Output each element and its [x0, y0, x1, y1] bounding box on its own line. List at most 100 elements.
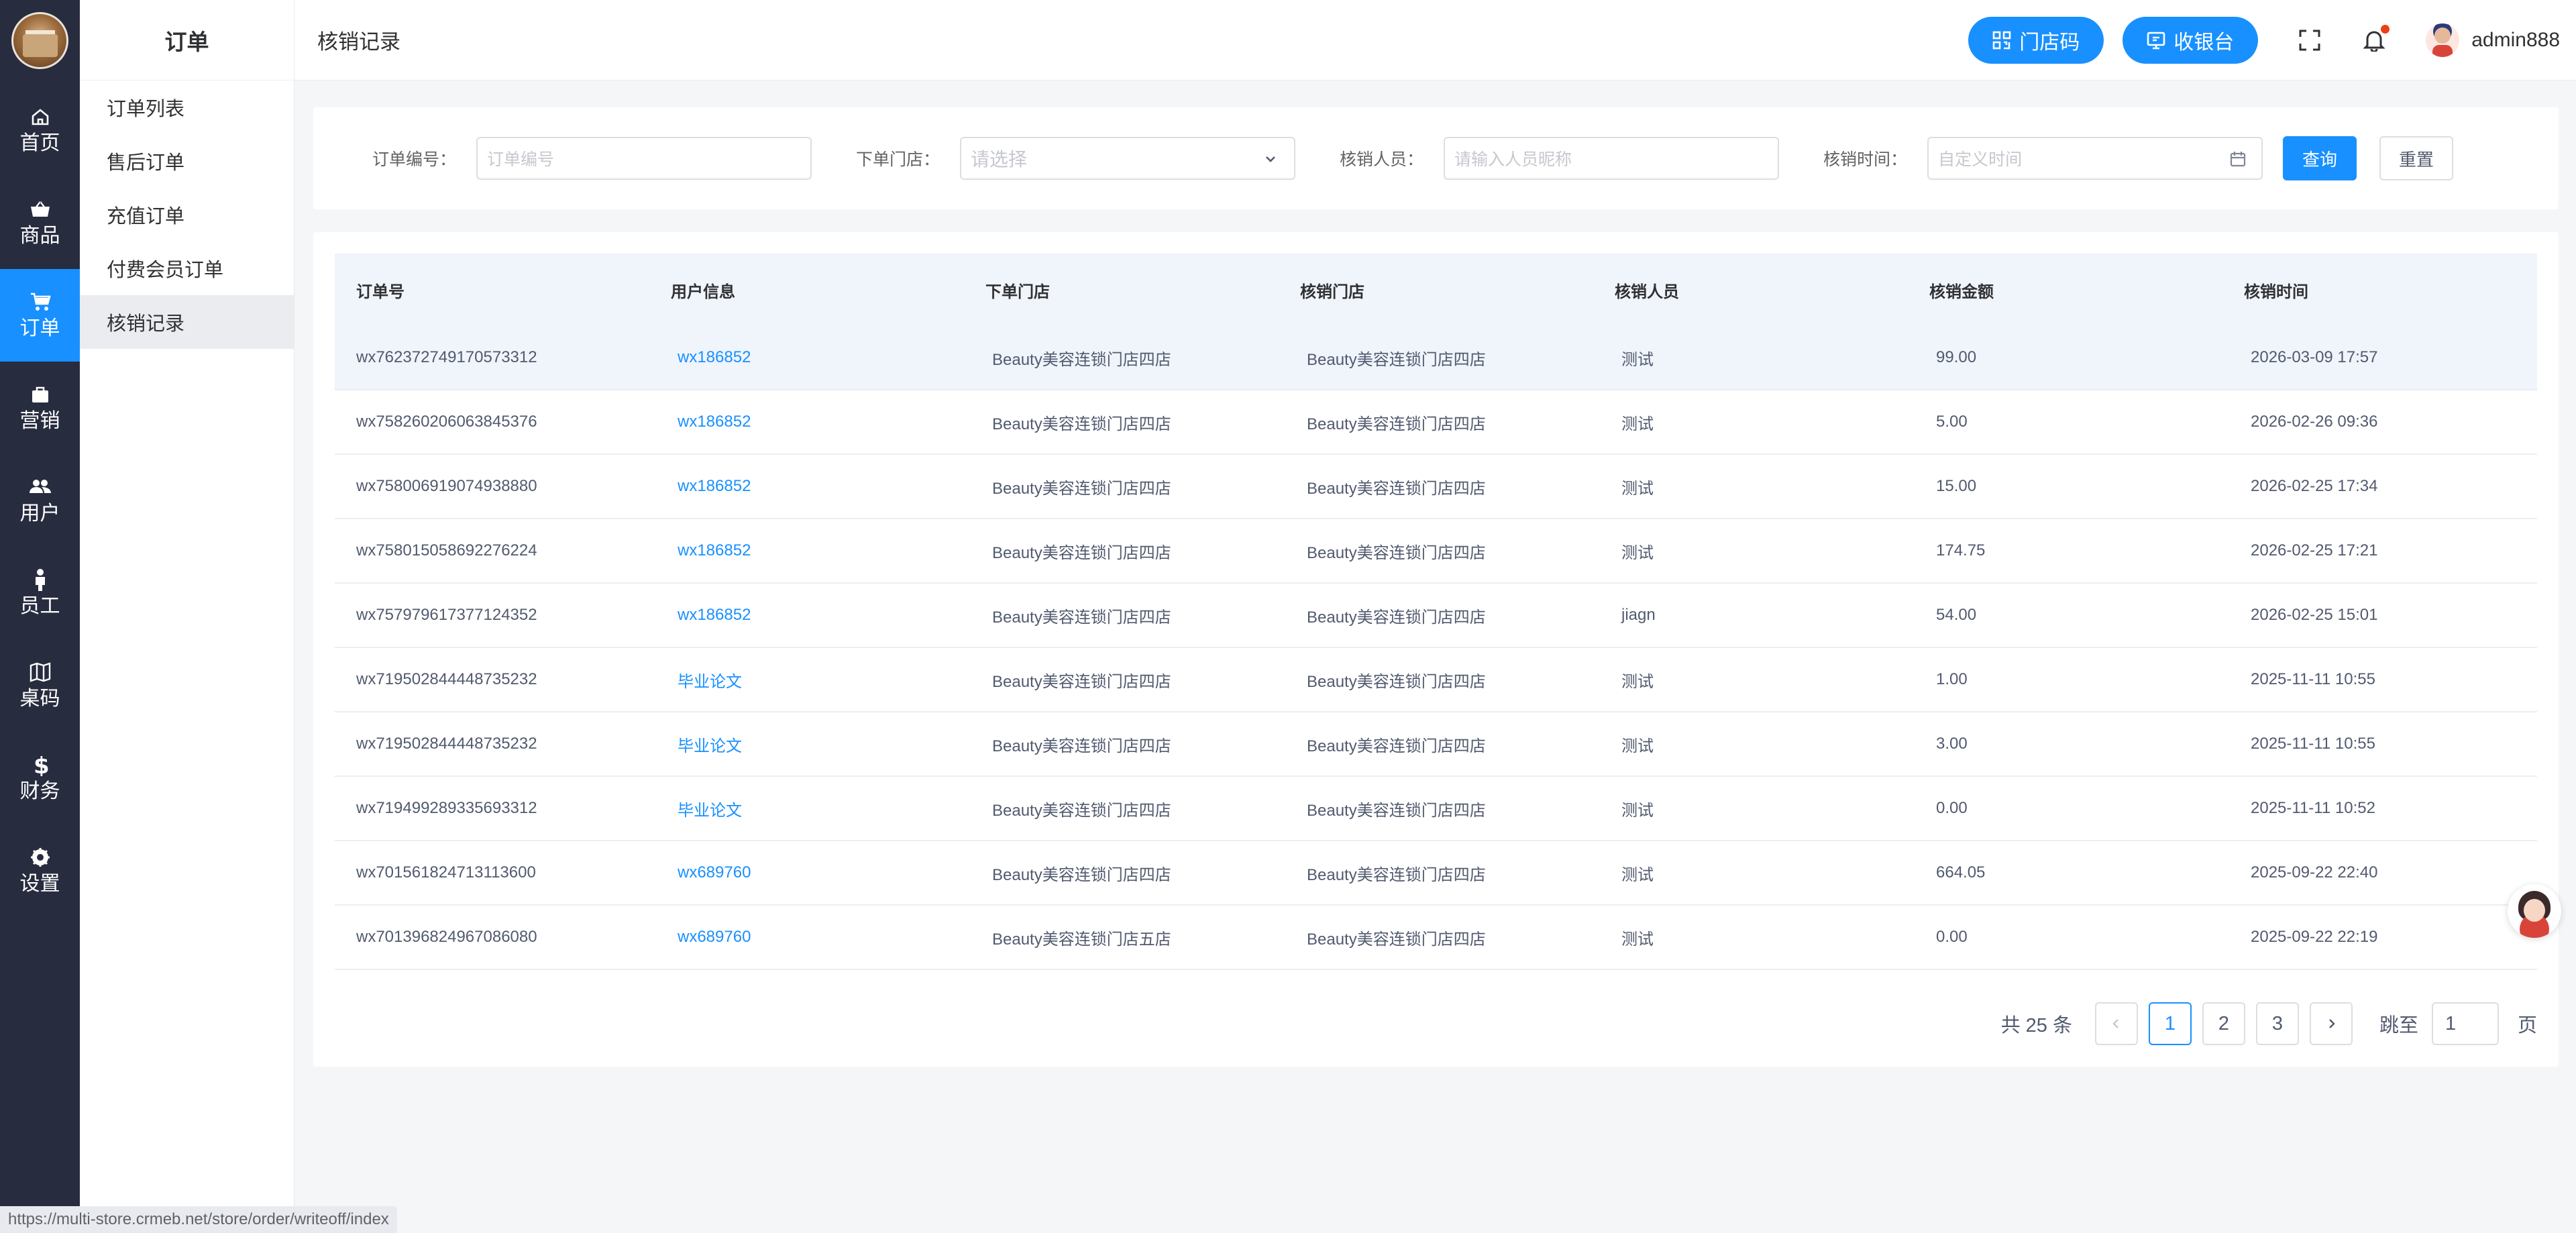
rail-item-0[interactable]: 首页	[0, 84, 80, 176]
order-submenu: 订单 订单列表 售后订单 充值订单 付费会员订单 核销记录	[80, 0, 294, 1233]
query-button[interactable]: 查询	[2283, 136, 2357, 180]
table-cell: Beauty美容连锁门店四店	[1307, 672, 1486, 691]
staff-label: 核销人员：	[1340, 150, 1424, 169]
user-info-link[interactable]: wx186852	[649, 477, 964, 496]
notification-bell-icon[interactable]	[2361, 24, 2390, 53]
table-row[interactable]: wx758006919074938880 wx186852 Beauty美容连锁门店…	[335, 455, 2537, 519]
submenu-item[interactable]: 售后订单	[80, 134, 294, 188]
table-cell: Beauty美容连锁门店四店	[992, 737, 1171, 755]
table-cell: 测试	[1621, 543, 1654, 562]
table-row[interactable]: wx762372749170573312 wx186852 Beauty美容连锁门店…	[335, 326, 2537, 390]
customer-service-avatar[interactable]	[2508, 884, 2561, 938]
page-title: 核销记录	[317, 30, 400, 54]
time-range-picker[interactable]: 自定义时间	[1927, 137, 2263, 180]
next-page-button[interactable]	[2309, 1002, 2353, 1045]
rail-item-1[interactable]: 商品	[0, 176, 80, 269]
user-info-link[interactable]: wx186852	[649, 348, 964, 367]
order-no-input[interactable]: 订单编号	[476, 137, 812, 180]
top-header: 核销记录 门店码 收银台 admin888	[294, 0, 2576, 81]
table-cell: 测试	[1621, 930, 1654, 949]
table-row[interactable]: wx757979617377124352 wx186852 Beauty美容连锁门店…	[335, 584, 2537, 648]
notification-dot	[2381, 24, 2390, 34]
column-header: 订单号	[356, 282, 405, 301]
page-button[interactable]: 3	[2255, 1002, 2299, 1045]
table-cell: 2026-02-25 17:21	[2251, 541, 2378, 559]
table-cell: Beauty美容连锁门店四店	[1307, 350, 1486, 369]
table-cell: 2026-02-25 15:01	[2251, 606, 2378, 624]
rail-item-6[interactable]: 桌码	[0, 639, 80, 732]
user-info-link[interactable]: wx689760	[649, 928, 964, 947]
table-row[interactable]: wx758260206063845376 wx186852 Beauty美容连锁门店…	[335, 390, 2537, 455]
fullscreen-icon[interactable]	[2297, 28, 2322, 53]
table-cell: 测试	[1621, 415, 1654, 433]
rail-item-3[interactable]: 营销	[0, 362, 80, 454]
table-row[interactable]: wx701561824713113600 wx689760 Beauty美容连锁门店…	[335, 841, 2537, 906]
table-cell: 15.00	[1936, 477, 1977, 495]
submenu-item[interactable]: 付费会员订单	[80, 242, 294, 295]
table-cell: 2025-11-11 10:55	[2251, 735, 2375, 753]
page-button[interactable]: 1	[2148, 1002, 2192, 1045]
rail-item-label: 订单	[19, 317, 60, 339]
rail-item-label: 设置	[19, 873, 60, 895]
column-header: 核销人员	[1615, 282, 1679, 301]
table-row[interactable]: wx719502844448735232 毕业论文 Beauty美容连锁门店四店 Be…	[335, 712, 2537, 777]
user-info-link[interactable]: 毕业论文	[649, 797, 964, 820]
rail-item-5[interactable]: 员工	[0, 547, 80, 639]
table-cell: Beauty美容连锁门店四店	[1307, 415, 1486, 433]
user-info-link[interactable]: wx186852	[649, 413, 964, 431]
page-suffix: 页	[2517, 1015, 2537, 1036]
writeoff-table-card: 订单号 用户信息 下单门店 核销门店 核销人员 核销金额 核销时间 wx7623727491…	[313, 232, 2559, 1067]
user-avatar[interactable]	[2426, 23, 2460, 57]
order-no-placeholder: 订单编号	[487, 150, 555, 169]
table-cell: wx719502844448735232	[356, 670, 537, 688]
cashier-button[interactable]: 收银台	[2123, 16, 2259, 64]
table-cell: Beauty美容连锁门店四店	[1307, 543, 1486, 562]
table-cell: Beauty美容连锁门店四店	[1307, 479, 1486, 498]
table-row[interactable]: wx719502844448735232 毕业论文 Beauty美容连锁门店四店 Be…	[335, 648, 2537, 712]
jump-page-input[interactable]: 1	[2431, 1002, 2499, 1045]
basket-icon	[29, 198, 52, 221]
submenu-item[interactable]: 充值订单	[80, 188, 294, 242]
prev-page-button[interactable]	[2094, 1002, 2138, 1045]
column-header: 核销时间	[2244, 282, 2308, 301]
user-info-link[interactable]: 毕业论文	[649, 733, 964, 756]
submenu-item[interactable]: 订单列表	[80, 81, 294, 134]
table-row[interactable]: wx719499289335693312 毕业论文 Beauty美容连锁门店四店 Be…	[335, 777, 2537, 841]
username[interactable]: admin888	[2471, 29, 2560, 52]
time-placeholder: 自定义时间	[1938, 150, 2023, 169]
column-header: 下单门店	[985, 282, 1050, 301]
table-cell: 664.05	[1936, 863, 1986, 881]
user-info-link[interactable]: wx689760	[649, 863, 964, 882]
table-row[interactable]: wx758015058692276224 wx186852 Beauty美容连锁门店…	[335, 519, 2537, 584]
user-info-link[interactable]: 毕业论文	[649, 668, 964, 692]
rail-item-8[interactable]: 设置	[0, 824, 80, 917]
table-cell: wx719502844448735232	[356, 735, 537, 753]
person-icon	[29, 568, 52, 591]
bag-icon	[29, 383, 52, 406]
filter-bar: 订单编号： 订单编号 下单门店： 请选择 核销人员： 请输入人员昵称 核销时间：…	[313, 107, 2559, 209]
table-row[interactable]: wx701396824967086080 wx689760 Beauty美容连锁门店…	[335, 906, 2537, 970]
table-cell: jiagn	[1621, 606, 1656, 624]
rail-item-7[interactable]: $ 财务	[0, 732, 80, 824]
table-cell: 测试	[1621, 479, 1654, 498]
table-cell: 0.00	[1936, 928, 1968, 946]
page-button[interactable]: 2	[2202, 1002, 2245, 1045]
store-select[interactable]: 请选择	[960, 137, 1296, 180]
table-cell: wx758006919074938880	[356, 477, 537, 495]
user-info-link[interactable]: wx186852	[649, 541, 964, 560]
reset-button[interactable]: 重置	[2379, 136, 2454, 180]
time-label: 核销时间：	[1823, 150, 1908, 169]
store-code-button[interactable]: 门店码	[1968, 16, 2104, 64]
total-count: 共 25 条	[2000, 1015, 2072, 1036]
staff-input[interactable]: 请输入人员昵称	[1444, 137, 1780, 180]
app-logo[interactable]	[11, 12, 68, 69]
table-cell: Beauty美容连锁门店四店	[992, 801, 1171, 820]
settings-icon	[29, 846, 52, 869]
rail-item-2[interactable]: 订单	[0, 269, 80, 362]
submenu-item[interactable]: 核销记录	[80, 295, 294, 349]
rail-item-4[interactable]: 用户	[0, 454, 80, 547]
table-cell: Beauty美容连锁门店四店	[1307, 608, 1486, 627]
table-cell: 2026-02-26 09:36	[2251, 413, 2378, 431]
user-info-link[interactable]: wx186852	[649, 606, 964, 625]
table-cell: 测试	[1621, 801, 1654, 820]
